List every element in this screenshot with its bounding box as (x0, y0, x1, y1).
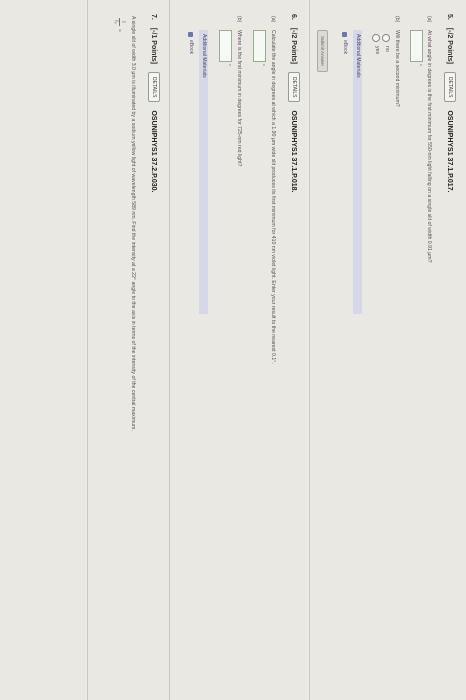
q5-radio-no[interactable] (382, 34, 390, 42)
q5-a-label: (a) (426, 16, 432, 23)
q5-code: OSUNIPHYS1 37.1.P.017. (446, 110, 454, 193)
q5-number: 5. (446, 14, 454, 20)
q7-frac-equals: = (116, 29, 122, 32)
q5-radio-yes[interactable] (372, 34, 380, 42)
q7-header: 7. [-/1 Points] DETAILS OSUNIPHYS1 37.2.… (148, 14, 160, 192)
separator (169, 0, 170, 700)
q5-option-no: no (384, 46, 390, 52)
book-icon (342, 32, 348, 37)
q5-ebook-label: eBook (342, 40, 348, 55)
q6-ebook-label: eBook (188, 40, 194, 55)
q6-a-text: Calculate the angle in degrees at which … (270, 30, 276, 364)
q6-a-answer-input[interactable] (253, 30, 266, 62)
q5-b-label: (b) (394, 16, 400, 23)
q7-details-button[interactable]: DETAILS (148, 72, 160, 103)
q7-code: OSUNIPHYS1 37.2.P.030. (150, 110, 158, 193)
q5-a-unit: ° (416, 64, 422, 66)
q6-a-unit: ° (259, 64, 265, 66)
q7-frac-numerator: I (119, 18, 126, 26)
q6-points: [-/2 Points] (290, 27, 298, 65)
q6-b-label: (b) (236, 16, 242, 23)
q5-additional-materials: Additional Materials (353, 30, 362, 314)
q7-points: [-/1 Points] (150, 27, 158, 65)
q7-number: 7. (150, 14, 158, 20)
q6-a-label: (a) (270, 16, 276, 23)
q5-a-text: At what angle in degrees is the first mi… (426, 30, 432, 263)
q5-b-text: Will there be a second minimum? (394, 30, 400, 107)
q5-option-yes: yes (374, 46, 380, 55)
separator (309, 0, 310, 700)
q6-additional-materials: Additional Materials (199, 30, 208, 314)
q6-header: 6. [-/2 Points] DETAILS OSUNIPHYS1 37.1.… (288, 14, 300, 192)
q6-ebook-link[interactable]: eBook (188, 32, 194, 54)
separator (87, 0, 88, 700)
q6-details-button[interactable]: DETAILS (288, 72, 300, 103)
q6-b-answer-input[interactable] (219, 30, 232, 62)
q7-fraction: I I₀ (113, 18, 126, 26)
homework-page: 5. [-/2 Points] DETAILS OSUNIPHYS1 37.1.… (0, 0, 466, 700)
q5-points: [-/2 Points] (446, 27, 454, 65)
q6-b-unit: ° (225, 64, 231, 66)
q5-details-button[interactable]: DETAILS (444, 72, 456, 103)
q6-code: OSUNIPHYS1 37.1.P.018. (290, 110, 298, 193)
q6-number: 6. (290, 14, 298, 20)
q7-frac-denominator: I₀ (113, 20, 119, 24)
q7-text: A single slit of width 3.0 μm is illumin… (130, 16, 136, 431)
q5-a-answer-input[interactable] (410, 30, 423, 62)
q6-b-text: Where is the first minimum in degrees fo… (236, 30, 242, 167)
q5-header: 5. [-/2 Points] DETAILS OSUNIPHYS1 37.1.… (444, 14, 456, 192)
book-icon (188, 32, 194, 37)
q5-ebook-link[interactable]: eBook (342, 32, 348, 54)
q5-submit-button[interactable]: Submit Answer (317, 30, 328, 73)
